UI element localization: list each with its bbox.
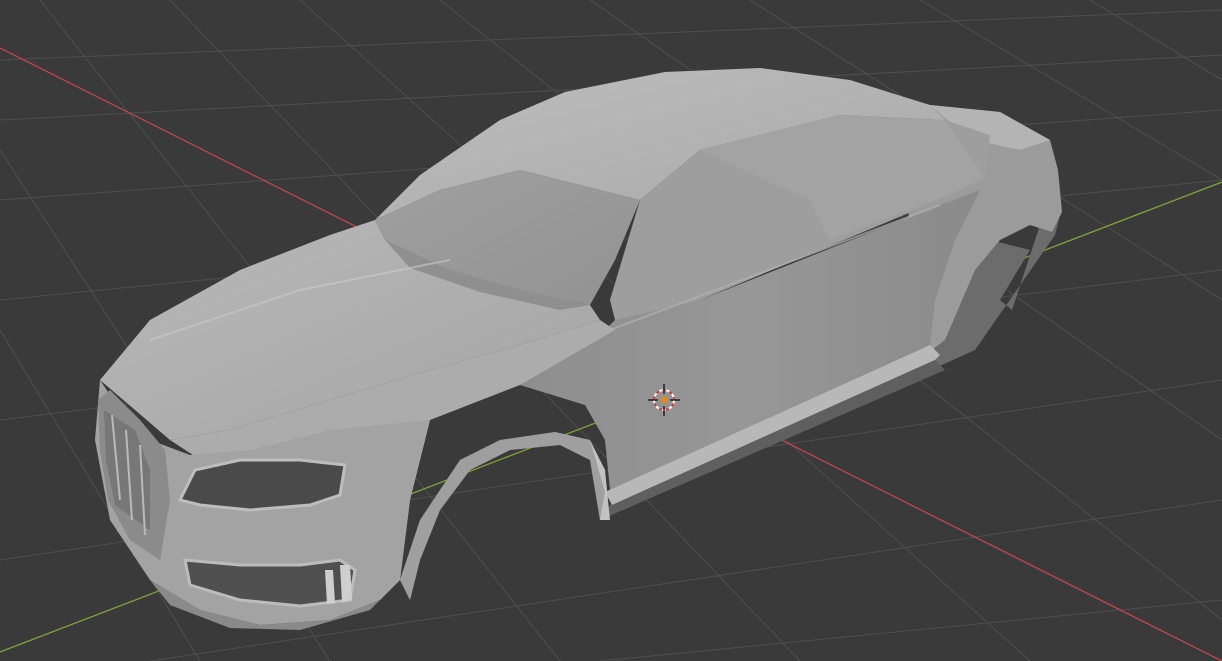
viewport-canvas[interactable] [0,0,1222,661]
3d-viewport[interactable] [0,0,1222,661]
headlight [177,458,347,512]
